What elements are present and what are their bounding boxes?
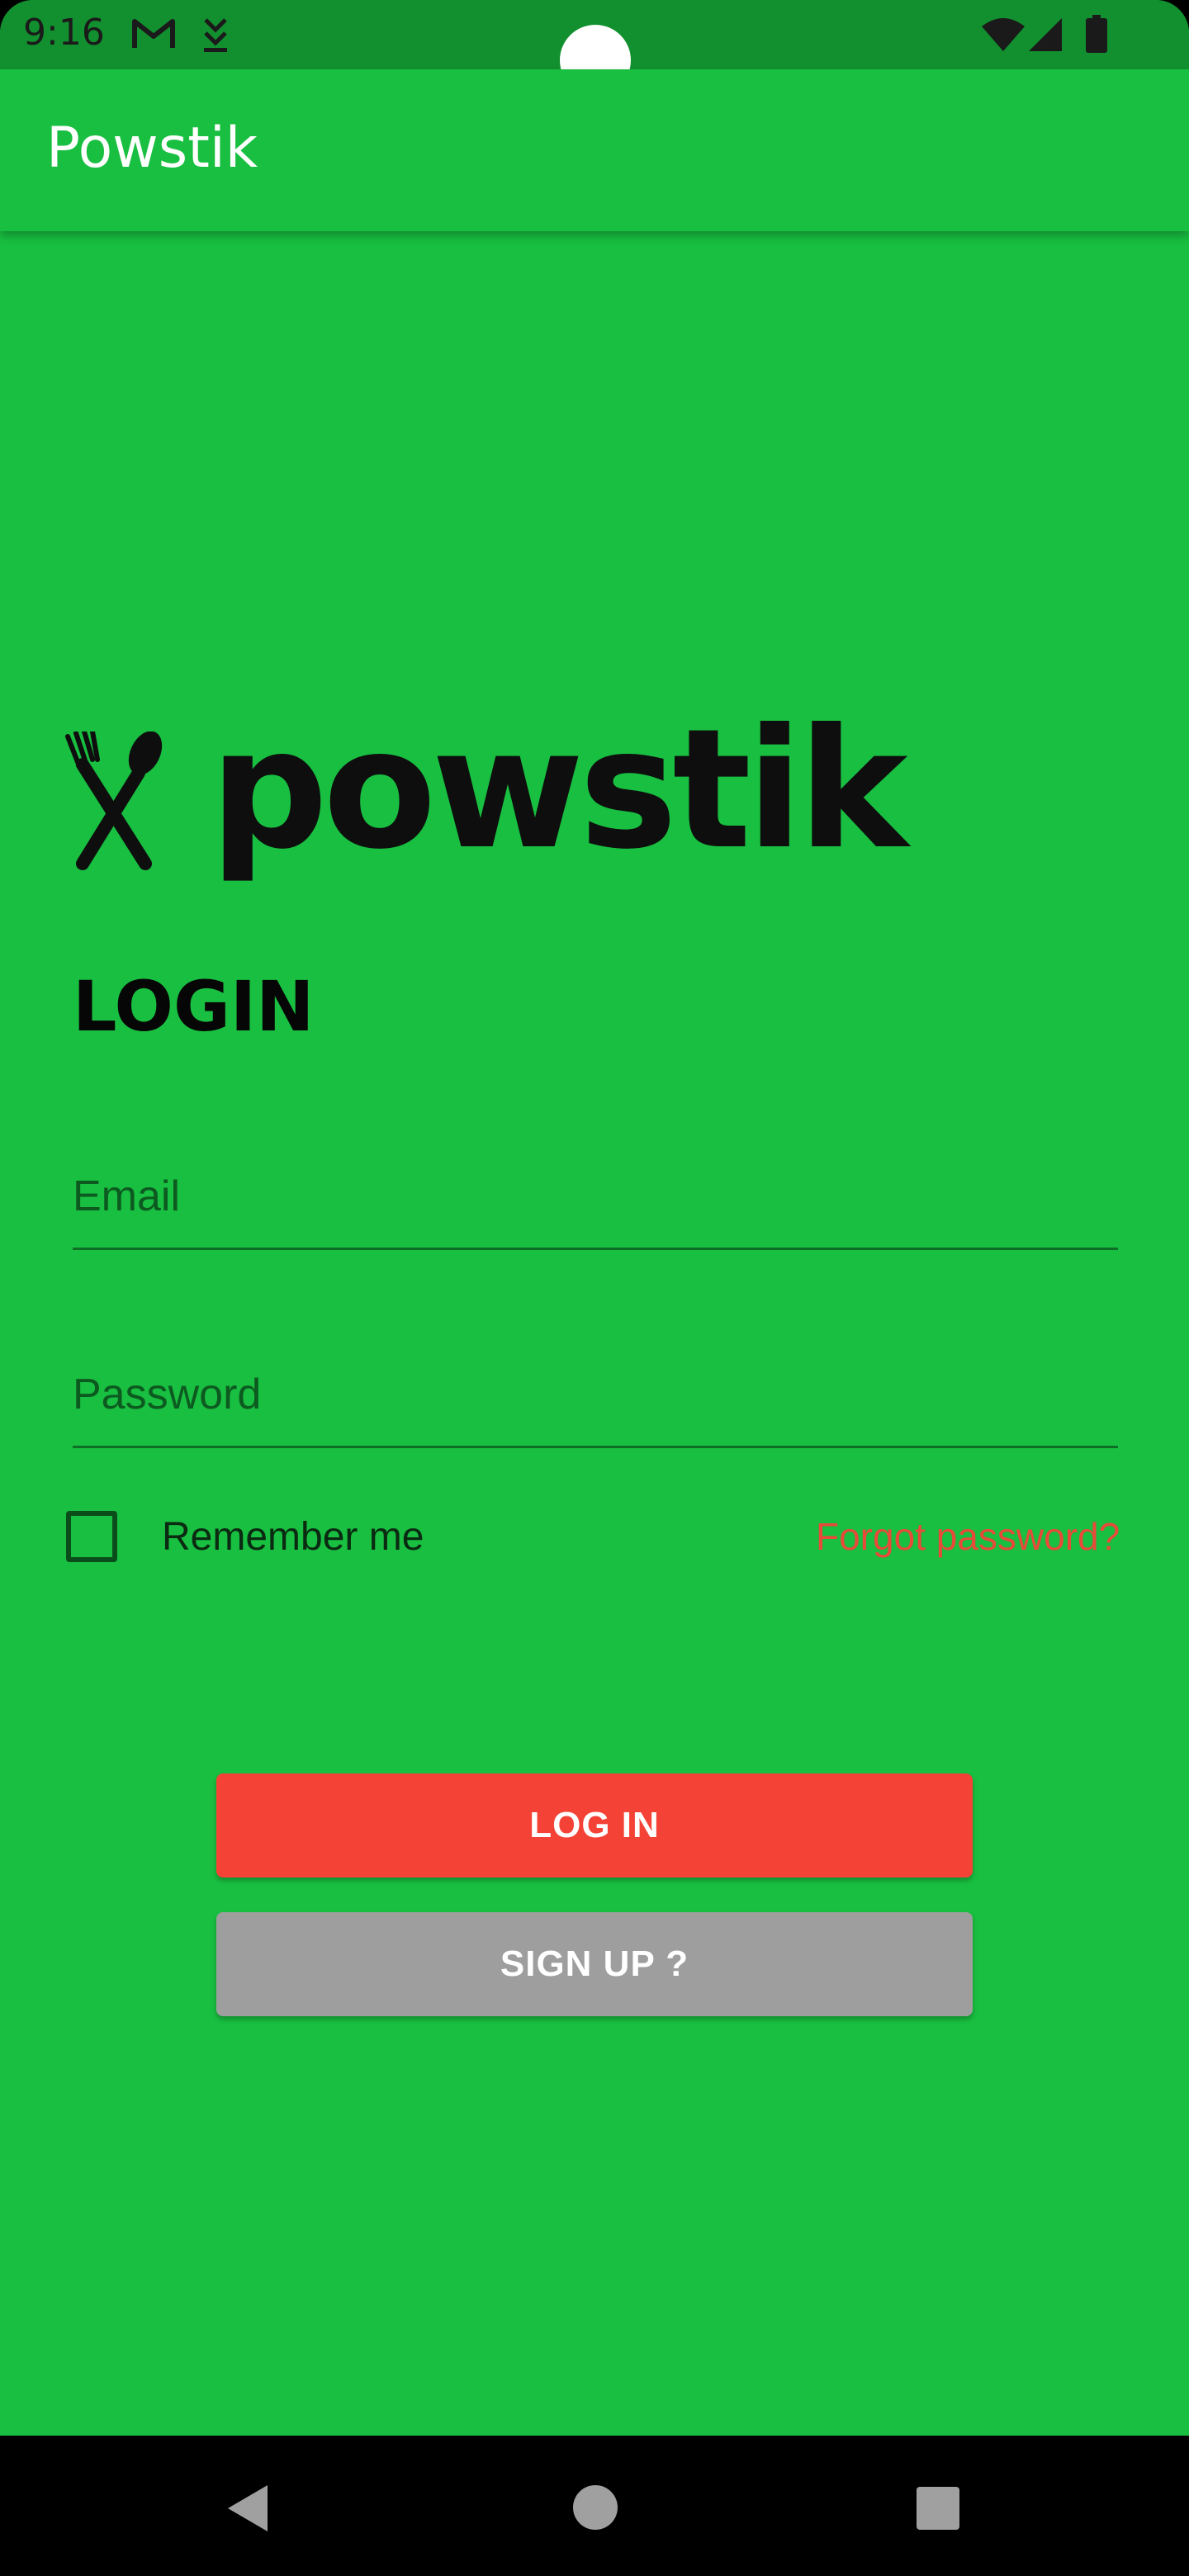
- email-field: [73, 1151, 1118, 1250]
- brand-logo: powstik: [64, 694, 908, 886]
- back-icon[interactable]: [225, 2484, 271, 2533]
- forgot-password-link[interactable]: Forgot password?: [816, 1514, 1120, 1559]
- remember-me-checkbox[interactable]: [66, 1511, 117, 1562]
- battery-icon: [1086, 15, 1107, 53]
- app-screen: 9:16 Powstik powstik LOGIN Email Remembe…: [0, 0, 1189, 2576]
- login-heading: LOGIN: [73, 966, 315, 1047]
- logo-text: powstik: [210, 694, 908, 886]
- app-bar: Powstik: [0, 69, 1189, 231]
- email-input[interactable]: [73, 1151, 1118, 1242]
- wifi-icon: [982, 18, 1025, 51]
- signup-button[interactable]: SIGN UP ?: [216, 1912, 973, 2016]
- login-button[interactable]: LOG IN: [216, 1773, 973, 1878]
- fork-spoon-icon: [65, 732, 163, 870]
- status-time: 9:16: [23, 12, 105, 54]
- download-icon: [204, 18, 227, 52]
- home-icon[interactable]: [573, 2485, 618, 2530]
- recents-icon[interactable]: [917, 2487, 959, 2530]
- remember-me-label[interactable]: Remember me: [162, 1514, 424, 1560]
- app-title: Powstik: [46, 116, 258, 181]
- signal-icon: [1029, 18, 1062, 51]
- navigation-bar: [0, 2436, 1189, 2576]
- gmail-icon: [132, 19, 175, 48]
- password-input[interactable]: [73, 1349, 1118, 1440]
- status-bar: 9:16: [0, 0, 1189, 96]
- password-field: [73, 1349, 1118, 1448]
